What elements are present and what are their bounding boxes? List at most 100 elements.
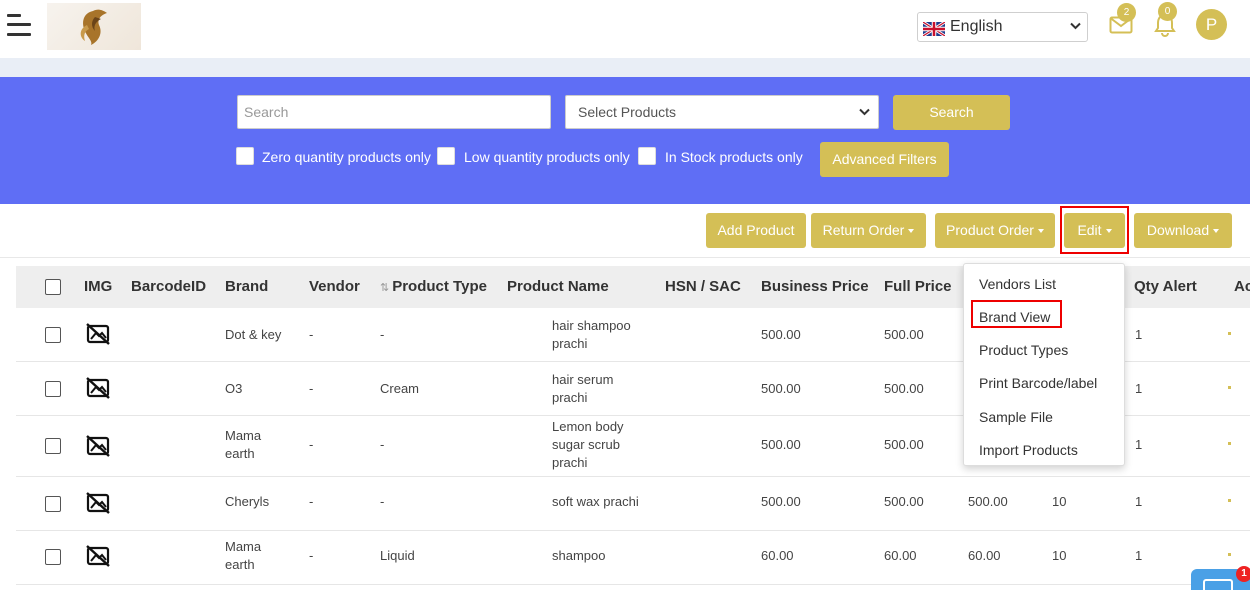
brand-line: Cheryls	[225, 494, 270, 509]
col-business-price[interactable]: Business Price	[761, 278, 869, 295]
no-image-icon	[86, 545, 110, 567]
qty-cell: 10	[1052, 494, 1067, 509]
type-cell: -	[380, 437, 385, 452]
col-vendor[interactable]: Vendor	[309, 278, 360, 295]
brand-cell: O3	[225, 380, 242, 398]
add-product-label: Add Product	[717, 222, 795, 238]
full-price-cell: 500.00	[884, 381, 924, 396]
menu-item-vendors-list[interactable]: Vendors List	[979, 276, 1056, 292]
col-hsn[interactable]: HSN / SAC	[665, 278, 741, 295]
table-row: Cheryls - - soft wax prachi 500.00 500.0…	[16, 477, 1250, 531]
type-cell: Cream	[380, 381, 420, 396]
no-image-icon	[86, 323, 110, 345]
business-price-cell: 500.00	[761, 327, 801, 342]
logo[interactable]	[47, 3, 141, 50]
chat-badge: 1	[1236, 566, 1250, 582]
content-separator	[0, 58, 1250, 77]
select-all-checkbox[interactable]	[45, 279, 61, 295]
col-product-name[interactable]: Product Name	[507, 278, 609, 295]
vendor-cell: -	[309, 494, 314, 509]
type-cell: -	[380, 327, 385, 342]
search-button[interactable]: Search	[893, 95, 1010, 130]
product-name-cell[interactable]: soft wax prachi	[552, 493, 639, 511]
brand-cell: Mama earth	[225, 538, 261, 574]
price-cell: 60.00	[968, 548, 1001, 563]
brand-view-highlight	[971, 300, 1062, 328]
menu-icon[interactable]	[7, 12, 31, 38]
action-indicator[interactable]	[1228, 442, 1231, 445]
col-barcode[interactable]: BarcodeID	[131, 278, 206, 295]
table-row: Mama earth - Liquid shampoo 60.00 60.00 6…	[16, 531, 1250, 585]
menu-item-print-barcode[interactable]: Print Barcode/label	[979, 375, 1097, 391]
col-qty-alert[interactable]: Qty Alert	[1134, 278, 1197, 295]
action-indicator[interactable]	[1228, 386, 1231, 389]
brand-line: O3	[225, 381, 243, 396]
action-indicator[interactable]	[1228, 499, 1231, 502]
action-indicator[interactable]	[1228, 332, 1231, 335]
caret-down-icon	[1213, 229, 1220, 234]
search-input[interactable]	[237, 95, 551, 129]
name-line: prachi	[552, 455, 588, 470]
row-checkbox[interactable]	[45, 327, 61, 343]
no-image-icon	[86, 492, 110, 514]
product-name-cell[interactable]: Lemon body sugar scrub prachi	[552, 418, 624, 472]
col-brand[interactable]: Brand	[225, 278, 268, 295]
brand-cell: Dot & key	[225, 326, 281, 344]
menu-item-product-types[interactable]: Product Types	[979, 342, 1068, 358]
full-price-cell: 60.00	[884, 548, 917, 563]
in-stock-label: In Stock products only	[665, 149, 803, 165]
select-products-dropdown[interactable]: Select Products	[565, 95, 879, 129]
vendor-cell: -	[309, 327, 314, 342]
add-product-button[interactable]: Add Product	[706, 213, 806, 248]
action-indicator[interactable]	[1228, 553, 1231, 556]
name-line: prachi	[552, 390, 588, 405]
logo-silhouette	[80, 9, 107, 46]
menu-item-sample-file[interactable]: Sample File	[979, 409, 1053, 425]
return-order-label: Return Order	[822, 222, 905, 238]
full-price-cell: 500.00	[884, 327, 924, 342]
brand-cell: Mama earth	[225, 427, 261, 463]
filter-panel: Select Products Search Zero quantity pro…	[0, 77, 1250, 204]
qty-alert-cell: 1	[1135, 437, 1143, 452]
select-products-label: Select Products	[578, 104, 677, 120]
uk-flag-icon	[923, 22, 945, 36]
business-price-cell: 500.00	[761, 437, 801, 452]
col-product-type[interactable]: ⇅ Product Type	[380, 278, 487, 295]
in-stock-checkbox[interactable]	[638, 147, 656, 165]
product-name-cell[interactable]: hair shampoo prachi	[552, 317, 631, 353]
caret-down-icon	[1037, 229, 1044, 234]
no-image-icon	[86, 377, 110, 399]
language-select[interactable]: English	[917, 12, 1088, 42]
product-order-button[interactable]: Product Order	[935, 213, 1055, 248]
zero-quantity-checkbox[interactable]	[236, 147, 254, 165]
qty-alert-cell: 1	[1135, 548, 1143, 563]
return-order-button[interactable]: Return Order	[811, 213, 926, 248]
brand-line: earth	[225, 557, 255, 572]
full-price-cell: 500.00	[884, 494, 924, 509]
chevron-down-icon	[859, 108, 870, 116]
vendor-cell: -	[309, 381, 314, 396]
product-name-cell[interactable]: shampoo	[552, 547, 605, 565]
qty-alert-cell: 1	[1135, 381, 1143, 396]
low-quantity-label: Low quantity products only	[464, 149, 630, 165]
row-checkbox[interactable]	[45, 549, 61, 565]
low-quantity-checkbox[interactable]	[437, 147, 455, 165]
row-checkbox[interactable]	[45, 381, 61, 397]
brand-line: Mama	[225, 539, 262, 554]
mail-count-badge: 2	[1117, 3, 1136, 22]
notification-count-badge: 0	[1158, 2, 1177, 21]
row-checkbox[interactable]	[45, 496, 61, 512]
col-product-type-label: Product Type	[392, 278, 487, 295]
row-checkbox[interactable]	[45, 438, 61, 454]
name-line: hair shampoo	[552, 318, 631, 333]
menu-item-import-products[interactable]: Import Products	[979, 442, 1078, 458]
download-button[interactable]: Download	[1134, 213, 1232, 248]
business-price-cell: 500.00	[761, 494, 801, 509]
qty-alert-cell: 1	[1135, 494, 1143, 509]
price-cell: 500.00	[968, 494, 1008, 509]
user-avatar[interactable]: P	[1196, 9, 1227, 40]
advanced-filters-button[interactable]: Advanced Filters	[820, 142, 949, 177]
brand-cell: Cheryls	[225, 493, 269, 511]
col-full-price[interactable]: Full Price	[884, 278, 952, 295]
product-name-cell[interactable]: hair serum prachi	[552, 371, 613, 407]
